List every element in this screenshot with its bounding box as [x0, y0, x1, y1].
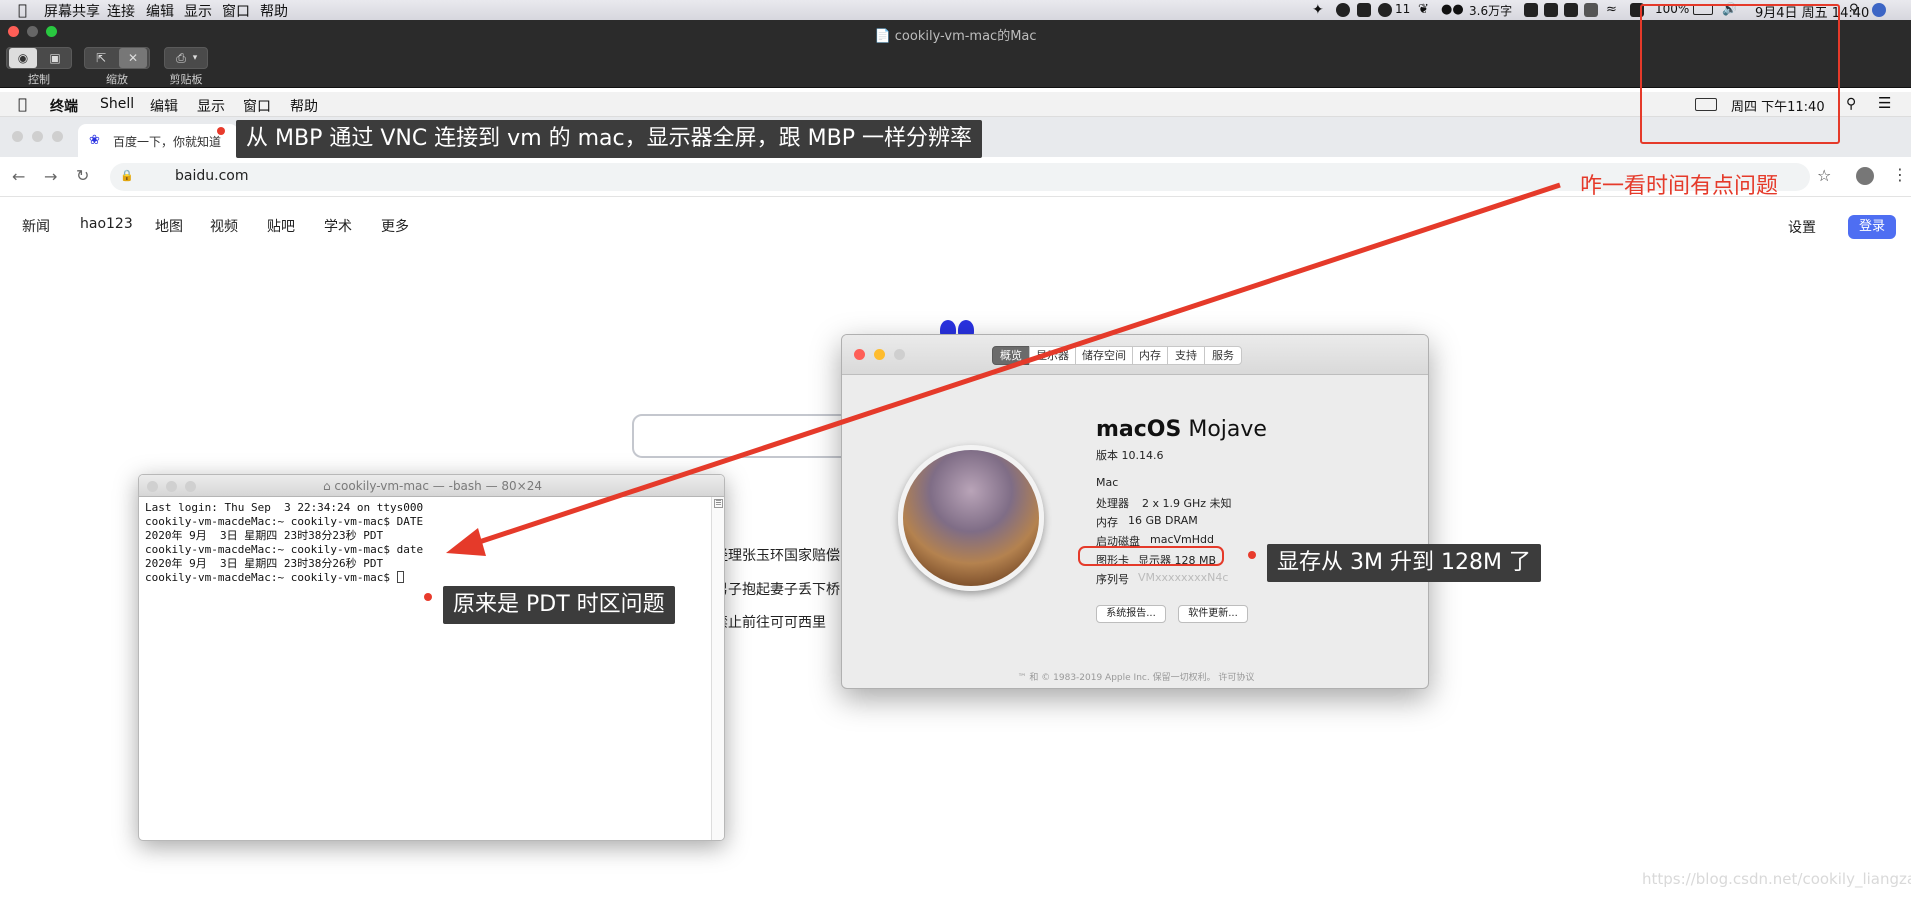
- arrow-head: [446, 528, 486, 556]
- annotation-dot: [424, 593, 432, 601]
- annotation-dot: [217, 127, 225, 135]
- annotation-dot: [1248, 551, 1256, 559]
- time-note-text: 咋一看时间有点问题: [1580, 174, 1779, 199]
- arrow-line: [469, 182, 1561, 548]
- vram-note-callout: 显存从 3M 升到 128M 了: [1267, 544, 1541, 582]
- watermark: https://blog.csdn.net/cookily_liangzai: [1642, 870, 1911, 888]
- vnc-note-callout: 从 MBP 通过 VNC 连接到 vm 的 mac，显示器全屏，跟 MBP 一样…: [236, 120, 982, 158]
- pdt-note-callout: 原来是 PDT 时区问题: [443, 586, 675, 624]
